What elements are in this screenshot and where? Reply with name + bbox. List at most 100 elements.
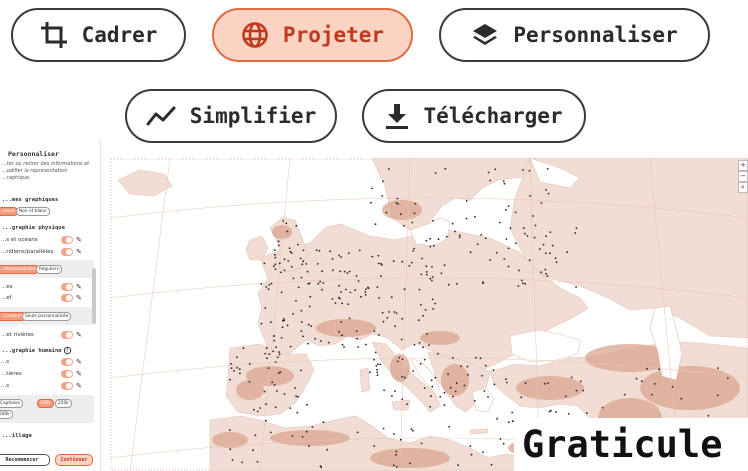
population-option[interactable]: 500k: [0, 410, 13, 419]
city-dot: [409, 462, 411, 465]
pencil-icon[interactable]: ✎: [76, 370, 82, 378]
population-option[interactable]: 100k: [37, 399, 54, 408]
city-dot: [364, 294, 367, 296]
layer-toggle[interactable]: [61, 236, 73, 244]
pencil-icon[interactable]: ✎: [76, 283, 82, 291]
layer-toggle[interactable]: [61, 358, 73, 366]
city-dot: [285, 222, 288, 225]
city-dot: [428, 344, 430, 346]
city-dot: [280, 291, 283, 294]
city-dot: [265, 403, 267, 406]
city-dot: [443, 264, 446, 267]
city-dot: [277, 244, 280, 247]
simplifier-button[interactable]: Simplifier: [125, 89, 337, 143]
city-dot: [354, 289, 356, 292]
help-icon[interactable]: ?: [63, 347, 71, 354]
city-dot: [658, 368, 660, 371]
theme-option[interactable]: Noir et blanc: [16, 207, 50, 216]
pencil-icon[interactable]: ✎: [76, 331, 82, 339]
layer-toggle[interactable]: [61, 283, 73, 291]
city-dot: [295, 224, 298, 227]
city-dot: [279, 371, 282, 373]
city-dot: [297, 286, 300, 289]
city-dot: [469, 251, 472, 254]
city-dot: [301, 435, 304, 438]
city-dot: [575, 389, 578, 392]
city-dot: [423, 387, 426, 389]
simplifier-label: Simplifier: [189, 104, 317, 128]
city-dot: [460, 365, 463, 367]
city-dot: [465, 200, 468, 202]
cadrer-button[interactable]: Cadrer: [11, 8, 186, 62]
restart-button[interactable]: Recommencer: [0, 454, 50, 466]
city-dot: [265, 347, 268, 350]
layer-toggle[interactable]: [61, 382, 73, 390]
city-dot: [445, 235, 448, 238]
city-dot: [267, 288, 270, 291]
layer-toggle[interactable]: [61, 331, 73, 339]
city-dot: [432, 219, 434, 222]
city-dot: [551, 244, 554, 247]
city-dot: [423, 358, 426, 361]
city-dot: [286, 230, 289, 233]
city-dot: [533, 236, 536, 239]
pencil-icon[interactable]: ✎: [76, 294, 82, 302]
graticule-option[interactable]: Réguliers: [36, 265, 62, 274]
city-dot: [322, 421, 325, 424]
projeter-button[interactable]: Projeter: [212, 8, 413, 62]
city-dot: [514, 211, 517, 214]
city-dot: [400, 438, 402, 441]
city-dot: [522, 282, 524, 284]
city-dot: [231, 459, 234, 461]
city-dot: [544, 382, 546, 385]
zoom-out-button[interactable]: −: [738, 171, 748, 182]
city-dot: [275, 346, 277, 348]
city-dot: [511, 411, 514, 414]
graticule-option[interactable]: ...Personnalisées: [0, 265, 40, 274]
city-dot: [376, 374, 379, 377]
population-option[interactable]: Capitales: [0, 399, 23, 408]
city-dot: [339, 270, 342, 273]
layer-toggle[interactable]: [61, 370, 73, 378]
city-dot: [503, 258, 506, 260]
city-dot: [283, 393, 286, 395]
city-dot: [236, 366, 238, 369]
city-dot: [448, 425, 451, 428]
city-dot: [395, 466, 398, 468]
city-dot: [451, 357, 454, 359]
city-dot: [506, 381, 508, 384]
panel-description: ...ter ou retirer des informations et ..…: [2, 161, 90, 181]
layer-toggle[interactable]: [61, 248, 73, 256]
city-dot: [454, 390, 457, 393]
city-dot: [505, 238, 508, 240]
city-dot: [236, 356, 238, 359]
city-dot: [385, 211, 388, 214]
layer-row: ...s et océans ✎: [1, 236, 82, 244]
layer-toggle[interactable]: [61, 294, 73, 302]
city-dot: [302, 335, 304, 338]
city-dot: [479, 357, 482, 360]
pencil-icon[interactable]: ✎: [76, 248, 82, 256]
search-icon[interactable]: ⌕: [738, 182, 748, 193]
city-dot: [271, 381, 274, 384]
telecharger-button[interactable]: Télécharger: [362, 89, 586, 143]
city-dot: [412, 250, 415, 252]
city-dot: [529, 195, 531, 197]
personnaliser-button[interactable]: Personnaliser: [439, 8, 710, 62]
layer-row: ...ef ✎: [1, 294, 82, 302]
city-dot: [579, 380, 582, 383]
layers-icon: [471, 21, 499, 49]
zoom-in-button[interactable]: +: [738, 160, 748, 171]
pencil-icon[interactable]: ✎: [76, 382, 82, 390]
relief-option[interactable]: Seule personnalisée: [22, 312, 72, 321]
city-dot: [331, 258, 334, 260]
continue-button[interactable]: Continuer: [55, 454, 93, 466]
city-dot: [586, 412, 588, 414]
city-dot: [412, 429, 414, 432]
population-option[interactable]: 250k: [55, 399, 72, 408]
panel-scrollbar[interactable]: [92, 268, 96, 324]
pencil-icon[interactable]: ✎: [76, 236, 82, 244]
layer-row: ...ridiens/parallèles ✎: [1, 248, 82, 256]
pencil-icon[interactable]: ✎: [76, 358, 82, 366]
city-dot: [437, 238, 440, 241]
